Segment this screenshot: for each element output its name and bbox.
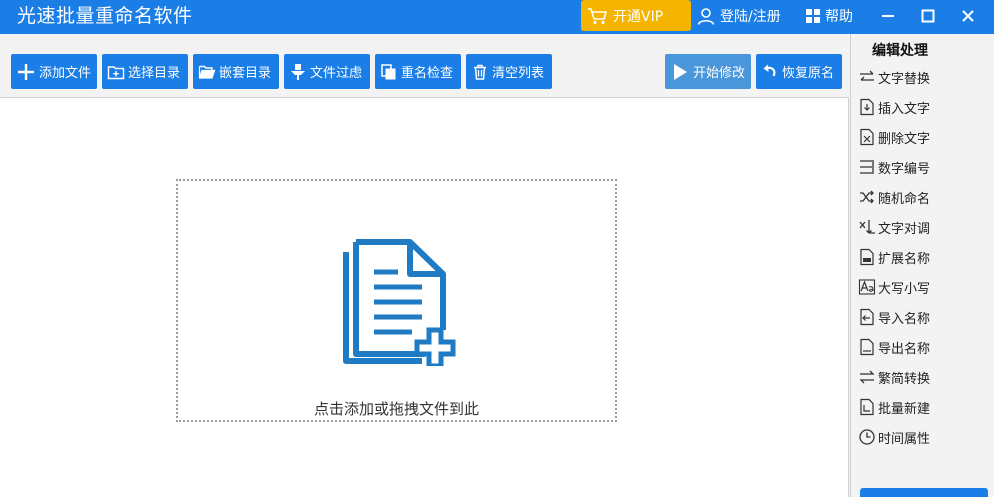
- number-icon: [860, 160, 874, 174]
- edit-panel-title: 编辑处理: [872, 43, 928, 59]
- side-item-convert[interactable]: 繁简转换: [858, 364, 986, 390]
- file-filter-button[interactable]: 文件过虑: [284, 54, 370, 89]
- main-area: 添加文件 选择目录 嵌套目录 文件过虑 重名检查 清空列表 开始修改 恢复原名 …: [0, 34, 850, 497]
- swap-icon: [860, 70, 874, 81]
- drop-zone-text: 点击添加或拖拽文件到此: [313, 400, 479, 418]
- folder-open-icon: [198, 65, 216, 79]
- add-file-button[interactable]: 添加文件: [11, 54, 97, 89]
- extension-icon: [860, 248, 874, 266]
- restore-name-label: 恢复原名: [782, 66, 835, 81]
- cart-icon: [588, 7, 607, 24]
- duplicate-check-button[interactable]: 重名检查: [375, 54, 461, 89]
- shuffle-icon: [860, 190, 874, 204]
- side-item-label: 随机命名: [878, 191, 931, 207]
- toolbar: 添加文件 选择目录 嵌套目录 文件过虑 重名检查 清空列表 开始修改 恢复原名: [0, 34, 850, 98]
- side-item-label: 导出名称: [878, 341, 931, 357]
- side-action-button[interactable]: [860, 488, 988, 497]
- title-bar: 光速批量重命名软件 开通VIP 登陆/注册 帮助: [0, 0, 994, 34]
- trash-icon: [474, 64, 486, 80]
- help-button[interactable]: 帮助: [805, 0, 853, 31]
- side-item-label: 扩展名称: [878, 251, 931, 267]
- copy-icon: [381, 63, 396, 79]
- side-item-import-name[interactable]: 导入名称: [858, 304, 986, 330]
- file-add-icon: [343, 239, 456, 366]
- nested-folder-label: 嵌套目录: [219, 66, 272, 81]
- side-item-label: 批量新建: [878, 401, 931, 417]
- side-item-case[interactable]: 大写小写: [858, 274, 986, 300]
- delete-text-icon: [860, 128, 874, 146]
- side-item-number[interactable]: 数字编号: [858, 154, 986, 180]
- side-item-extension[interactable]: 扩展名称: [858, 244, 986, 270]
- side-item-batch-create[interactable]: 批量新建: [858, 394, 986, 420]
- side-item-export-name[interactable]: 导出名称: [858, 334, 986, 360]
- clock-icon: [859, 429, 875, 445]
- side-item-label: 删除文字: [878, 131, 931, 147]
- side-item-time-attribute[interactable]: 时间属性: [858, 424, 986, 450]
- file-list-area[interactable]: 点击添加或拖拽文件到此: [0, 97, 849, 497]
- side-item-label: 大写小写: [878, 281, 931, 297]
- vip-button[interactable]: 开通VIP: [581, 0, 691, 31]
- maximize-button[interactable]: [910, 0, 946, 31]
- start-modify-label: 开始修改: [693, 66, 746, 81]
- folder-add-icon: [107, 65, 125, 79]
- minimize-button[interactable]: [870, 0, 906, 31]
- add-file-label: 添加文件: [39, 66, 92, 81]
- export-icon: [860, 338, 874, 356]
- file-filter-label: 文件过虑: [310, 66, 363, 81]
- close-icon: [962, 9, 974, 22]
- login-label: 登陆/注册: [720, 8, 781, 25]
- side-item-random-name[interactable]: 随机命名: [858, 184, 986, 210]
- side-item-delete-text[interactable]: 删除文字: [858, 124, 986, 150]
- convert-icon: [859, 370, 875, 384]
- clear-list-label: 清空列表: [492, 66, 545, 81]
- side-item-label: 文字对调: [878, 221, 931, 237]
- side-item-label: 繁简转换: [878, 371, 931, 387]
- minimize-icon: [882, 14, 894, 17]
- import-icon: [860, 308, 874, 326]
- help-label: 帮助: [825, 8, 853, 25]
- app-window: 光速批量重命名软件 开通VIP 登陆/注册 帮助 添加文件 选择目录 嵌套目录 …: [0, 0, 994, 497]
- undo-icon: [763, 64, 776, 76]
- side-item-text-swap[interactable]: 文字对调: [858, 214, 986, 240]
- play-icon: [674, 63, 687, 80]
- vip-label: 开通VIP: [613, 8, 664, 25]
- side-item-label: 文字替换: [878, 71, 931, 87]
- start-modify-button[interactable]: 开始修改: [665, 54, 751, 89]
- user-icon: [697, 7, 715, 25]
- clear-list-button[interactable]: 清空列表: [466, 54, 552, 89]
- side-item-label: 导入名称: [878, 311, 931, 327]
- filter-icon: [291, 63, 305, 80]
- edit-panel: 编辑处理 文字替换 插入文字 删除文字 数字编号 随机命名 文字对调 扩展名称 …: [850, 34, 994, 497]
- new-file-icon: [860, 398, 874, 416]
- side-item-label: 数字编号: [878, 161, 931, 177]
- side-item-label: 时间属性: [878, 431, 931, 447]
- plus-icon: [18, 63, 34, 80]
- login-button[interactable]: 登陆/注册: [696, 0, 781, 31]
- select-folder-label: 选择目录: [128, 66, 181, 81]
- maximize-icon: [921, 9, 935, 22]
- restore-name-button[interactable]: 恢复原名: [756, 54, 842, 89]
- duplicate-check-label: 重名检查: [401, 66, 454, 81]
- drop-zone[interactable]: 点击添加或拖拽文件到此: [176, 179, 617, 422]
- exchange-icon: [859, 220, 875, 234]
- side-item-text-replace[interactable]: 文字替换: [858, 64, 986, 90]
- side-item-label: 插入文字: [878, 101, 931, 117]
- close-button[interactable]: [950, 0, 986, 31]
- select-folder-button[interactable]: 选择目录: [102, 54, 188, 89]
- case-icon: [858, 279, 876, 295]
- side-item-insert-text[interactable]: 插入文字: [858, 94, 986, 120]
- insert-text-icon: [860, 98, 874, 116]
- app-title: 光速批量重命名软件: [17, 5, 193, 27]
- grid-icon: [806, 8, 820, 23]
- nested-folder-button[interactable]: 嵌套目录: [193, 54, 279, 89]
